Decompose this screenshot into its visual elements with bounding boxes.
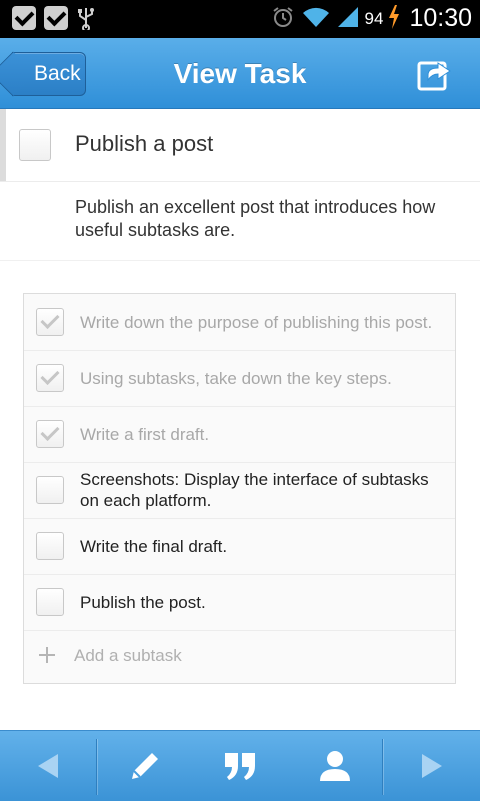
add-subtask-input[interactable]: Add a subtask (74, 646, 182, 666)
subtask-item[interactable]: Publish the post. (24, 574, 455, 631)
usb-icon (76, 6, 96, 32)
task-accent-bar (0, 109, 6, 181)
alarm-icon (271, 5, 295, 33)
subtask-checkbox[interactable] (36, 308, 64, 336)
comment-button[interactable] (193, 731, 287, 801)
share-icon[interactable] (416, 54, 454, 92)
signal-icon (337, 5, 359, 33)
back-button[interactable]: Back (12, 52, 86, 96)
subtask-label: Write the final draft. (80, 536, 228, 556)
edit-icon (132, 753, 158, 779)
subtask-label: Screenshots: Display the interface of su… (80, 470, 429, 510)
assign-button[interactable] (287, 731, 382, 801)
add-subtask-row[interactable]: Add a subtask (24, 630, 455, 684)
previous-button[interactable] (0, 731, 96, 801)
edit-button[interactable] (97, 731, 193, 801)
next-button[interactable] (383, 731, 480, 801)
bottom-toolbar (0, 730, 480, 801)
comment-icon (225, 753, 255, 780)
subtask-label: Write down the purpose of publishing thi… (80, 312, 433, 332)
subtask-item[interactable]: Write down the purpose of publishing thi… (24, 294, 455, 351)
status-bar: 94 10:30 (0, 0, 480, 38)
wifi-icon (301, 5, 331, 33)
subtask-checkbox[interactable] (36, 588, 64, 616)
assign-icon (319, 751, 350, 781)
previous-icon (38, 754, 58, 778)
check-notification-icon (12, 6, 36, 30)
subtask-label: Using subtasks, take down the key steps. (80, 368, 392, 388)
divider (0, 260, 480, 261)
subtask-item[interactable]: Write the final draft. (24, 518, 455, 575)
subtask-item[interactable]: Write a first draft. (24, 406, 455, 463)
next-icon (421, 754, 442, 778)
subtask-label: Publish the post. (80, 592, 206, 612)
back-button-label: Back (34, 62, 81, 85)
plus-icon (38, 642, 56, 670)
battery-level: 94 (364, 8, 384, 28)
task-checkbox[interactable] (19, 129, 51, 161)
task-description: Publish an excellent post that introduce… (75, 197, 436, 240)
task-header: Publish a post (0, 109, 480, 182)
battery-charging-icon (389, 4, 400, 33)
subtask-checkbox[interactable] (36, 420, 64, 448)
subtask-item[interactable]: Using subtasks, take down the key steps. (24, 350, 455, 407)
subtask-checkbox[interactable] (36, 532, 64, 560)
subtask-checkbox[interactable] (36, 364, 64, 392)
action-bar: View Task Back (0, 38, 480, 109)
check-notification-icon (44, 6, 68, 30)
subtask-list: Write down the purpose of publishing thi… (23, 293, 456, 684)
clock: 10:30 (409, 4, 472, 32)
subtask-checkbox[interactable] (36, 476, 64, 504)
subtask-label: Write a first draft. (80, 424, 210, 444)
task-title: Publish a post (75, 131, 214, 156)
subtask-item[interactable]: Screenshots: Display the interface of su… (24, 462, 455, 519)
